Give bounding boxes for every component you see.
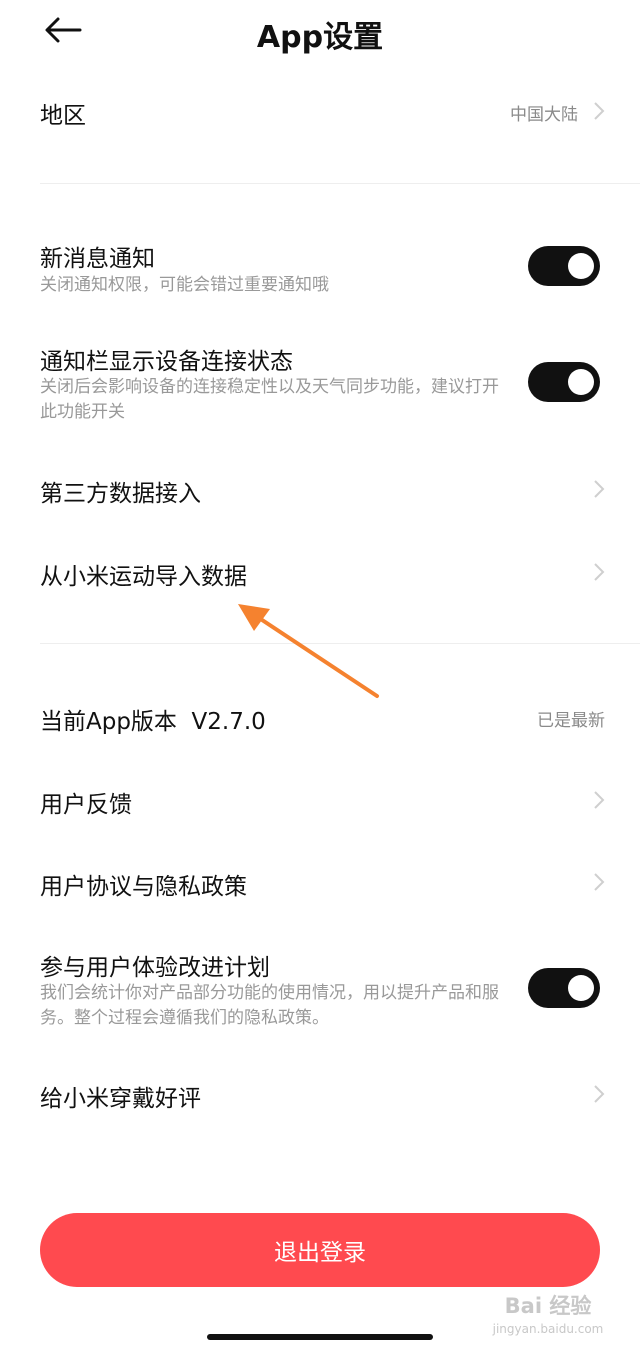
status-bar-row: 通知栏显示设备连接状态 关闭后会影响设备的连接稳定性以及天气同步功能，建议打开此… (0, 338, 640, 433)
watermark: Bai 经验 jingyan.baidu.com (488, 1290, 608, 1336)
status-bar-toggle[interactable] (528, 362, 600, 402)
status-bar-desc: 关闭后会影响设备的连接稳定性以及天气同步功能，建议打开此功能开关 (40, 377, 499, 422)
section-divider (40, 183, 640, 184)
status-bar-label: 通知栏显示设备连接状态 (40, 349, 293, 375)
header: App设置 (0, 0, 640, 70)
third-party-label: 第三方数据接入 (40, 481, 201, 507)
toggle-knob (568, 975, 594, 1001)
region-row[interactable]: 地区 中国大陆 (0, 80, 640, 142)
chevron-right-icon (594, 480, 605, 498)
version-status: 已是最新 (537, 711, 605, 731)
watermark-site: jingyan.baidu.com (492, 1322, 604, 1336)
agreement-label: 用户协议与隐私政策 (40, 874, 247, 900)
agreement-row[interactable]: 用户协议与隐私政策 (0, 851, 640, 913)
toggle-knob (568, 253, 594, 279)
ux-program-toggle[interactable] (528, 968, 600, 1008)
rate-row[interactable]: 给小米穿戴好评 (0, 1063, 640, 1125)
ux-program-desc: 我们会统计你对产品部分功能的使用情况，用以提升产品和服务。整个过程会遵循我们的隐… (40, 983, 499, 1028)
chevron-right-icon (594, 102, 605, 120)
home-indicator[interactable] (207, 1334, 433, 1340)
import-mi-label: 从小米运动导入数据 (40, 564, 247, 590)
watermark-logo: Bai 经验 (504, 1294, 592, 1318)
chevron-right-icon (594, 791, 605, 809)
feedback-label: 用户反馈 (40, 792, 132, 818)
feedback-row[interactable]: 用户反馈 (0, 769, 640, 831)
chevron-right-icon (594, 563, 605, 581)
region-label: 地区 (40, 103, 86, 129)
page-title: App设置 (256, 20, 384, 55)
toggle-knob (568, 369, 594, 395)
version-row: 当前App版本 V2.7.0 已是最新 (0, 686, 640, 748)
third-party-row[interactable]: 第三方数据接入 (0, 458, 640, 520)
notification-toggle[interactable] (528, 246, 600, 286)
notification-label: 新消息通知 (40, 246, 155, 272)
logout-button[interactable]: 退出登录 (40, 1213, 600, 1287)
rate-label: 给小米穿戴好评 (40, 1086, 201, 1112)
chevron-right-icon (594, 873, 605, 891)
import-mi-row[interactable]: 从小米运动导入数据 (0, 541, 640, 603)
ux-program-row: 参与用户体验改进计划 我们会统计你对产品部分功能的使用情况，用以提升产品和服务。… (0, 944, 640, 1039)
region-value: 中国大陆 (510, 105, 578, 125)
chevron-right-icon (594, 1085, 605, 1103)
ux-program-label: 参与用户体验改进计划 (40, 955, 270, 981)
notification-row: 新消息通知 关闭通知权限，可能会错过重要通知哦 (0, 235, 640, 305)
version-label: 当前App版本 V2.7.0 (40, 709, 266, 735)
notification-desc: 关闭通知权限，可能会错过重要通知哦 (40, 275, 329, 295)
